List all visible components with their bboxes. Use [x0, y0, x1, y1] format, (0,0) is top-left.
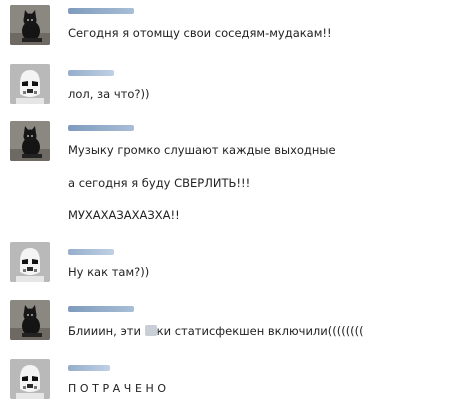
message-text: Сегодня я отомщу свои соседям-мудакам!!	[68, 26, 332, 40]
stormtrooper-avatar[interactable]	[10, 64, 50, 104]
stormtrooper-icon	[10, 359, 50, 399]
sender-name-blurred[interactable]	[68, 125, 134, 131]
message-text: Музыку громко слушают каждые выходные	[68, 143, 336, 157]
cat-icon	[10, 121, 50, 161]
sender-name-blurred[interactable]	[68, 8, 134, 14]
stormtrooper-icon	[10, 242, 50, 282]
sender-name-blurred[interactable]	[68, 306, 134, 312]
message-text: ПОТРАЧЕНО	[68, 382, 170, 395]
stormtrooper-icon	[10, 64, 50, 104]
sender-name-blurred[interactable]	[68, 70, 114, 76]
cat-icon	[10, 5, 50, 45]
chat-history: Сегодня я отомщу свои соседям-мудакам!! …	[0, 0, 458, 411]
sender-name-blurred[interactable]	[68, 249, 114, 255]
message-text-part: Блииин, эти	[68, 324, 145, 338]
cat-avatar[interactable]	[10, 121, 50, 161]
message-text: а сегодня я буду СВЕРЛИТЬ!!!	[68, 176, 251, 190]
message-text: Ну как там?))	[68, 265, 150, 279]
message-text: лол, за что?))	[68, 87, 150, 101]
message-text: Блииин, эти ки статисфекшен включили((((…	[68, 324, 364, 338]
message-text-part: ки статисфекшен включили((((((((	[156, 324, 364, 338]
message-text: МУХАХАЗАХАЗХА!!	[68, 208, 180, 222]
cat-avatar[interactable]	[10, 5, 50, 45]
cat-icon	[10, 300, 50, 340]
censor-blur	[144, 325, 157, 336]
cat-avatar[interactable]	[10, 300, 50, 340]
stormtrooper-avatar[interactable]	[10, 359, 50, 399]
stormtrooper-avatar[interactable]	[10, 242, 50, 282]
sender-name-blurred[interactable]	[68, 365, 110, 371]
